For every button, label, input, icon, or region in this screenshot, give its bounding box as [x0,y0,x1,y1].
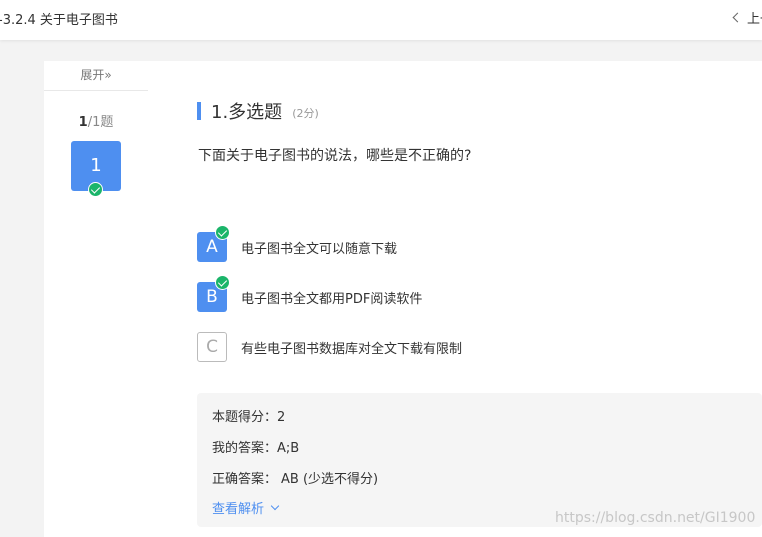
question-counter: 1/1题 [44,111,148,130]
answer-result-box: 本题得分：2 我的答案：A;B 正确答案： AB (少选不得分) 查看解析 [197,393,762,527]
counter-current: 1 [78,115,88,130]
view-analysis-link[interactable]: 查看解析 [212,498,280,517]
question-stem: 下面关于电子图书的说法，哪些是不正确的? [198,148,472,164]
option-text: 电子图书全文都用PDF阅读软件 [241,291,423,307]
counter-total: /1题 [87,115,114,130]
title-accent-bar [197,102,201,120]
question-score: (2分) [292,106,319,120]
prev-button[interactable]: 上一 [732,8,762,27]
question-nav-item-1[interactable]: 1 [71,141,121,197]
my-answer-value: A;B [277,441,300,456]
prev-button-label: 上一 [747,12,762,27]
chevron-left-icon [732,12,743,23]
score-label: 本题得分： [212,410,278,425]
option-letter-text: B [206,287,218,307]
my-answer-row: 我的答案：A;B [212,437,299,456]
option-a[interactable]: A 电子图书全文可以随意下载 [197,225,398,262]
correct-answer-value: AB (少选不得分) [281,472,379,487]
score-value: 2 [277,410,286,425]
option-b[interactable]: B 电子图书全文都用PDF阅读软件 [197,275,423,312]
correct-answer-row: 正确答案： AB (少选不得分) [212,468,378,487]
question-header: 1.多选题 (2分) [197,101,319,123]
correct-answer-label: 正确答案： [212,472,278,487]
check-circle-icon [215,225,230,240]
watermark: https://blog.csdn.net/GI1900 [555,510,756,526]
option-c[interactable]: C 有些电子图书数据库对全文下载有限制 [197,332,462,362]
page-title: -3.2.4 关于电子图书 [0,13,118,28]
option-text: 有些电子图书数据库对全文下载有限制 [241,341,463,357]
option-letter[interactable]: C [197,332,227,362]
option-letter[interactable]: A [197,225,230,262]
question-nav-number: 1 [90,155,102,176]
check-circle-icon [88,182,103,197]
option-letter[interactable]: B [197,275,230,312]
question-title: 1.多选题 [211,102,283,123]
question-panel: 1.多选题 (2分) 下面关于电子图书的说法，哪些是不正确的? A 电子图书全文… [148,61,762,537]
option-text: 电子图书全文可以随意下载 [241,241,398,257]
option-letter-text: A [206,237,218,257]
expand-button[interactable]: 展开» [44,61,148,91]
question-sidebar: 展开» 1/1题 1 [44,61,148,537]
my-answer-label: 我的答案： [212,441,278,456]
chevron-down-icon [270,501,280,510]
top-bar: -3.2.4 关于电子图书 上一 [0,0,762,40]
option-letter-text: C [206,337,218,357]
view-analysis-label: 查看解析 [212,502,265,517]
check-circle-icon [215,275,230,290]
score-row: 本题得分：2 [212,406,285,425]
